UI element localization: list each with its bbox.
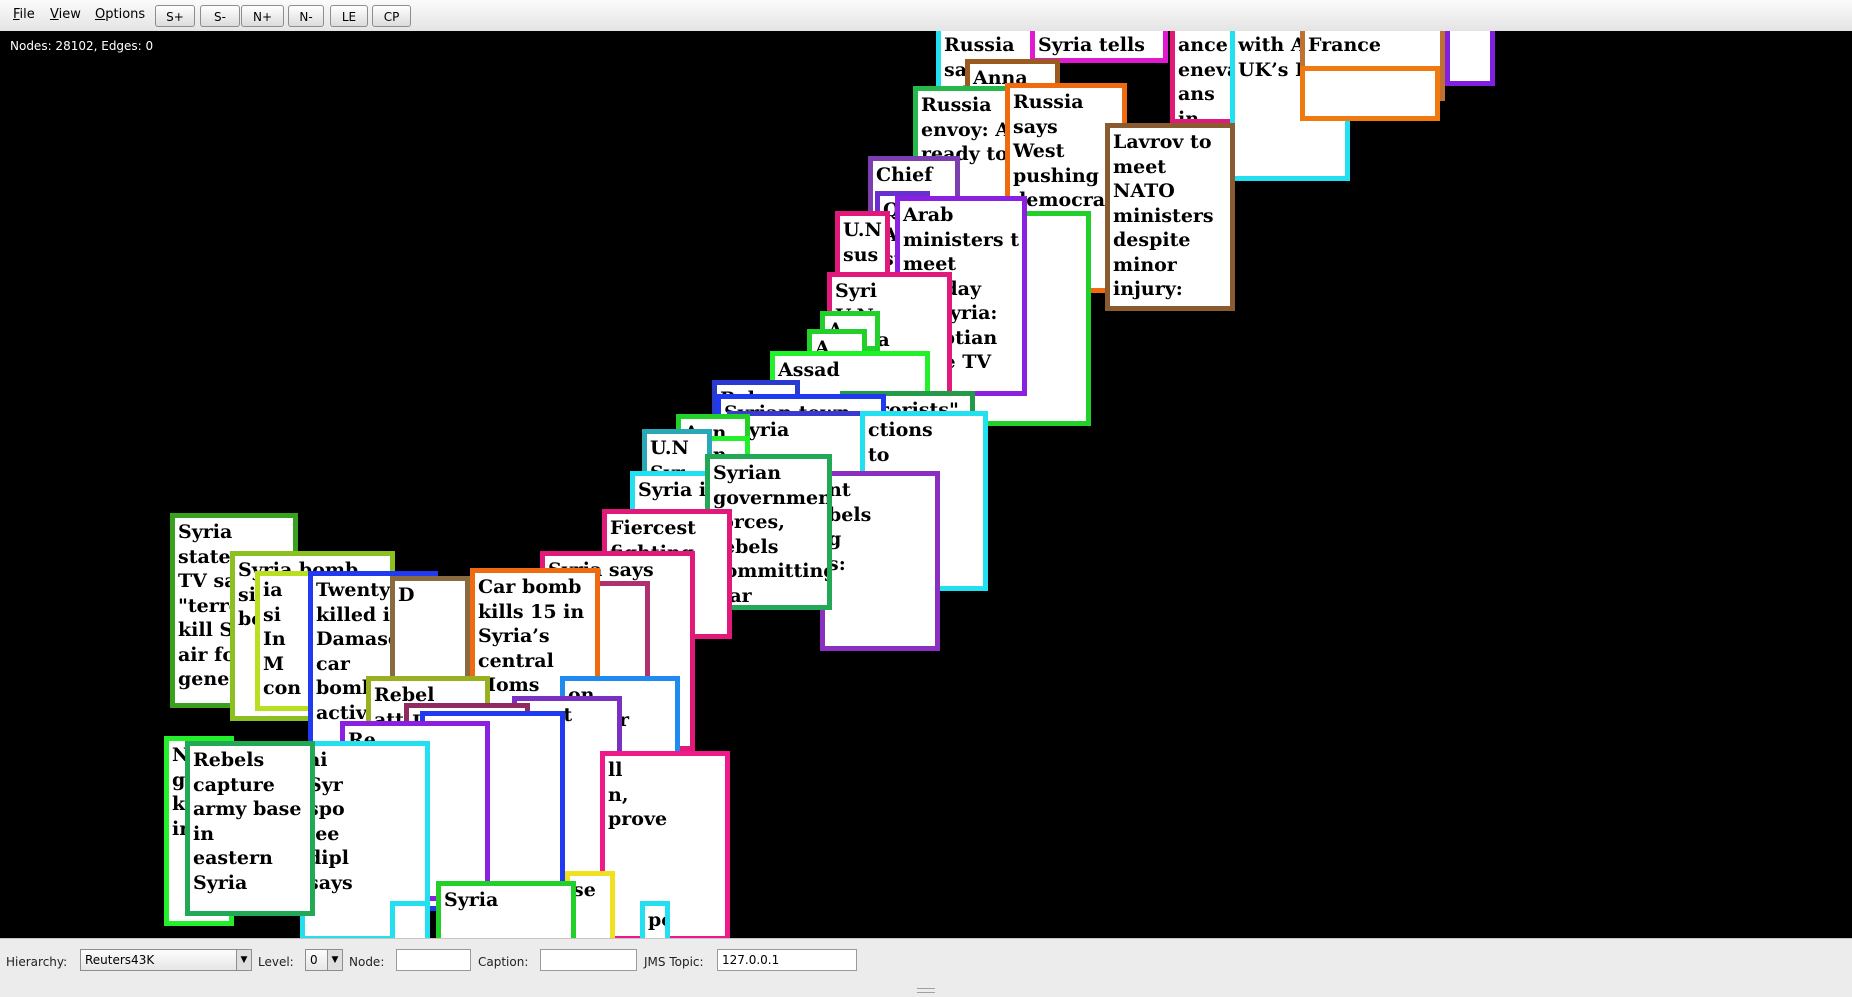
chevron-down-icon: ▼ — [327, 950, 342, 970]
chevron-down-icon: ▼ — [236, 950, 251, 970]
status-bar: Hierarchy: Reuters43K ▼ Level: 0 ▼ Node:… — [0, 938, 1852, 997]
size-decrease-button[interactable]: S- — [200, 5, 240, 27]
size-increase-button[interactable]: S+ — [155, 5, 195, 27]
menu-mnemonic: O — [95, 7, 106, 22]
news-card-caption: Chief — [876, 164, 933, 186]
hierarchy-select[interactable]: Reuters43K ▼ — [80, 949, 252, 971]
news-card-caption: Syria — [444, 889, 499, 911]
news-card-caption: po, — [648, 909, 665, 931]
news-card-caption: ai Syr spo lee dipl says — [308, 749, 353, 894]
news-card-caption: France — [1308, 34, 1381, 56]
news-card[interactable]: Syria — [436, 881, 576, 938]
menu-file[interactable]: File — [13, 7, 35, 22]
news-card[interactable]: Lavrov to meet NATO ministers despite mi… — [1105, 123, 1235, 311]
nodes-decrease-button[interactable]: N- — [288, 5, 324, 27]
node-input[interactable] — [396, 949, 471, 971]
hierarchy-value: Reuters43K — [85, 953, 155, 967]
node-edge-count: Nodes: 28102, Edges: 0 — [10, 39, 154, 53]
menu-options[interactable]: Options — [95, 7, 145, 22]
menu-label-rest: ile — [19, 7, 35, 22]
level-value: 0 — [310, 953, 318, 967]
menu-label-rest: iew — [58, 7, 81, 22]
news-card-caption: U.N sus — [843, 219, 882, 266]
news-card[interactable] — [1445, 31, 1495, 86]
jms-topic-label: JMS Topic: — [644, 955, 704, 969]
hierarchy-label: Hierarchy: — [6, 955, 68, 969]
menu-bar: File View Options S+ S- N+ N- LE CP — [0, 0, 1852, 32]
news-card-caption: ll n, prove — [608, 759, 668, 830]
jms-topic-input[interactable]: 127.0.0.1 — [717, 949, 857, 971]
cp-button[interactable]: CP — [372, 5, 411, 27]
news-card-caption: Lavrov to meet NATO ministers despite mi… — [1113, 131, 1214, 300]
menu-label-rest: ptions — [105, 7, 146, 22]
level-select[interactable]: 0 ▼ — [305, 949, 343, 971]
news-card-caption: D — [398, 584, 415, 606]
news-card[interactable]: nt bels g s: — [820, 471, 940, 651]
menu-view[interactable]: View — [50, 7, 81, 22]
node-label: Node: — [349, 955, 385, 969]
news-card-caption: Syria i — [638, 479, 707, 501]
news-card-caption: se — [573, 879, 596, 901]
menu-mnemonic: V — [50, 7, 59, 22]
caption-label: Caption: — [478, 955, 529, 969]
news-card[interactable] — [1300, 66, 1440, 121]
caption-input[interactable] — [540, 949, 637, 971]
news-card[interactable]: po, — [640, 901, 670, 938]
news-card-caption: nt bels g s: — [828, 479, 872, 575]
resize-grip[interactable] — [917, 988, 935, 993]
news-card-caption: ctions to — [868, 419, 933, 466]
graph-canvas[interactable]: Nodes: 28102, Edges: 0 Russia says will … — [0, 31, 1852, 938]
news-card-caption: Rebels capture army base in eastern Syri… — [193, 749, 302, 894]
news-card-caption: Assad — [778, 359, 840, 381]
level-label: Level: — [258, 955, 294, 969]
news-card[interactable] — [390, 901, 430, 938]
news-card[interactable]: Rebels capture army base in eastern Syri… — [185, 741, 315, 916]
news-card-caption: Syria tells — [1038, 34, 1145, 56]
le-button[interactable]: LE — [330, 5, 368, 27]
nodes-increase-button[interactable]: N+ — [241, 5, 284, 27]
